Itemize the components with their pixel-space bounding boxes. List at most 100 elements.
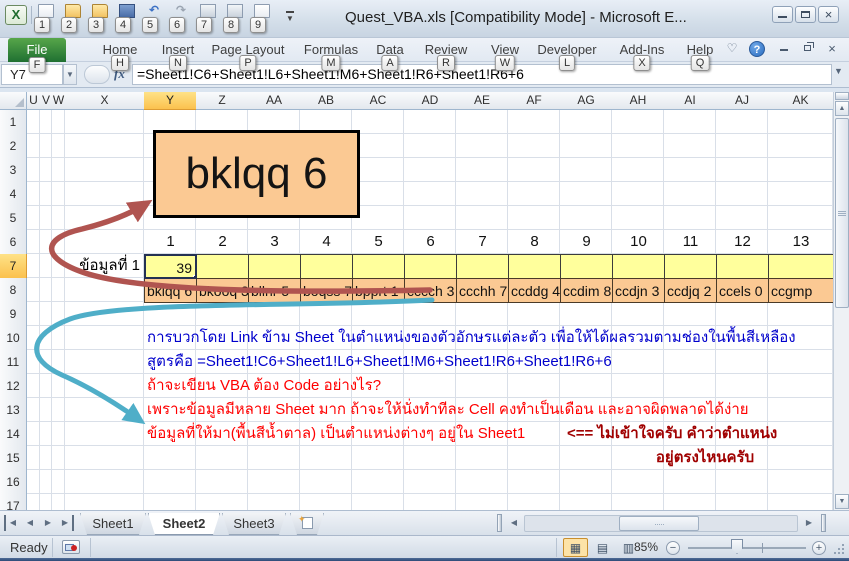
column-header-AD[interactable]: AD [404, 92, 457, 110]
row-header-7[interactable]: 7 [0, 254, 27, 279]
qat-item-5[interactable]: ↶5 [142, 4, 166, 34]
workbook-minimize-icon[interactable] [776, 41, 792, 59]
horizontal-scrollbar[interactable] [524, 515, 798, 532]
cell-row7-colAJ[interactable] [716, 254, 769, 279]
scroll-up-icon[interactable]: ▲ [835, 101, 849, 116]
cell-row6-colZ[interactable]: 2 [196, 230, 249, 255]
vertical-scroll-thumb[interactable] [835, 118, 849, 308]
cell-row8-colAF[interactable]: ccddg 4 [508, 278, 561, 303]
workbook-restore-icon[interactable] [800, 41, 816, 59]
ribbon-tab-developer[interactable]: DeveloperL [534, 38, 600, 62]
cell-row8-colAD[interactable]: cccch 3 [404, 278, 457, 303]
cell-row8-colAA[interactable]: bllnr 5 [248, 278, 301, 303]
select-all-corner[interactable] [0, 92, 27, 110]
cell-row8-colAC[interactable]: bpprt 1 [352, 278, 405, 303]
column-header-AH[interactable]: AH [612, 92, 665, 110]
cell-row6-colAF[interactable]: 8 [508, 230, 561, 255]
cell-row7-colAH[interactable] [612, 254, 665, 279]
cell-row6-colAE[interactable]: 7 [456, 230, 509, 255]
cell-row6-colAG[interactable]: 9 [560, 230, 613, 255]
qat-item-4[interactable]: 4 [115, 4, 139, 34]
row-header-6[interactable]: 6 [0, 230, 27, 255]
fill-handle[interactable] [193, 275, 197, 279]
zoom-slider-track[interactable] [688, 547, 806, 549]
help-icon[interactable]: ? [749, 41, 765, 57]
row-header-3[interactable]: 3 [0, 158, 27, 183]
row-header-4[interactable]: 4 [0, 182, 27, 207]
previous-sheet-icon[interactable]: ◀ [22, 515, 38, 531]
cell-row6-colAI[interactable]: 11 [664, 230, 717, 255]
cell-row6-colAJ[interactable]: 12 [716, 230, 769, 255]
qat-item-3[interactable]: 3 [88, 4, 112, 34]
expand-formula-bar-icon[interactable]: ▼ [834, 66, 843, 76]
tab-scroll-splitter[interactable] [497, 514, 502, 532]
excel-app-icon[interactable]: X [5, 5, 27, 25]
ribbon-tab-page-layout[interactable]: Page LayoutP [210, 38, 286, 62]
vertical-scrollbar[interactable]: ▲ ▼ [833, 92, 849, 510]
row-header-5[interactable]: 5 [0, 206, 27, 231]
first-sheet-icon[interactable]: ◀ [4, 515, 20, 531]
cell-row8-colAJ[interactable]: ccels 0 [716, 278, 769, 303]
cell-y7-selected[interactable]: 39 [144, 254, 197, 279]
horizontal-scroll-thumb[interactable] [619, 516, 699, 531]
zoom-in-icon[interactable]: + [812, 541, 826, 555]
cell-row7-colAK[interactable] [768, 254, 833, 279]
cell-row6-colY[interactable]: 1 [144, 230, 197, 255]
ribbon-tab-home[interactable]: HomeH [98, 38, 142, 62]
resize-grip[interactable] [834, 543, 846, 555]
formula-input[interactable]: =Sheet1!C6+Sheet1!L6+Sheet1!M6+Sheet1!R6… [132, 64, 832, 85]
sheet-tab-sheet3[interactable]: Sheet3 [222, 513, 286, 535]
record-macro-icon[interactable] [62, 540, 80, 554]
ribbon-tab-insert[interactable]: InsertN [156, 38, 200, 62]
cell-row6-colAC[interactable]: 5 [352, 230, 405, 255]
cell-row6-colAK[interactable]: 13 [768, 230, 833, 255]
callout-box[interactable]: bklqq 6 [153, 130, 360, 218]
cell-row8-colZ[interactable]: bkooq 3 [196, 278, 249, 303]
maximize-button[interactable] [795, 6, 816, 23]
worksheet-grid[interactable]: ข้อมูลที่ 1 bklqq 6 การบวกโดย Link ข้าม … [0, 92, 833, 510]
cell-row7-colAI[interactable] [664, 254, 717, 279]
cell-row8-colAK[interactable]: ccgmp [768, 278, 833, 303]
row-header-10[interactable]: 10 [0, 326, 27, 351]
zoom-out-icon[interactable]: − [666, 541, 680, 555]
scroll-left-icon[interactable]: ◀ [506, 515, 522, 531]
row-header-12[interactable]: 12 [0, 374, 27, 399]
row-header-14[interactable]: 14 [0, 422, 27, 447]
cell-row6-colAB[interactable]: 4 [300, 230, 353, 255]
row-header-1[interactable]: 1 [0, 110, 27, 135]
cell-row6-colAD[interactable]: 6 [404, 230, 457, 255]
column-header-AA[interactable]: AA [248, 92, 301, 110]
column-header-W[interactable]: W [52, 92, 66, 110]
row-header-9[interactable]: 9 [0, 302, 27, 327]
row-header-13[interactable]: 13 [0, 398, 27, 423]
ribbon-tab-review[interactable]: ReviewR [420, 38, 472, 62]
cell-row7-colAE[interactable] [456, 254, 509, 279]
workbook-close-icon[interactable]: × [824, 41, 840, 59]
row-header-15[interactable]: 15 [0, 446, 27, 471]
normal-view-button[interactable]: ▦ [563, 538, 588, 557]
qat-item-9[interactable]: 9 [250, 4, 274, 34]
vertical-split-handle[interactable] [835, 92, 849, 100]
page-layout-view-button[interactable]: ▤ [590, 538, 615, 557]
qat-item-2[interactable]: 2 [61, 4, 85, 34]
column-header-AC[interactable]: AC [352, 92, 405, 110]
name-box-dropdown-icon[interactable]: ▼ [63, 64, 77, 85]
minimize-button[interactable] [772, 6, 793, 23]
cell-row6-colAA[interactable]: 3 [248, 230, 301, 255]
qat-item-1[interactable]: 1 [34, 4, 58, 34]
row-header-11[interactable]: 11 [0, 350, 27, 375]
insert-worksheet-tab[interactable]: ✦ [290, 513, 324, 535]
row-header-16[interactable]: 16 [0, 470, 27, 495]
cell-row7-colAA[interactable] [248, 254, 301, 279]
cell-row8-colAE[interactable]: ccchh 7 [456, 278, 509, 303]
cell-row7-colZ[interactable] [196, 254, 249, 279]
qat-item-6[interactable]: ↷6 [169, 4, 193, 34]
row-header-8[interactable]: 8 [0, 278, 27, 303]
cell-row7-colAD[interactable] [404, 254, 457, 279]
qat-item-7[interactable]: 7 [196, 4, 220, 34]
cell-row8-colAG[interactable]: ccdim 8 [560, 278, 613, 303]
column-header-Z[interactable]: Z [196, 92, 249, 110]
next-sheet-icon[interactable]: ▶ [40, 515, 56, 531]
column-header-AJ[interactable]: AJ [716, 92, 769, 110]
sheet-tab-sheet1[interactable]: Sheet1 [80, 513, 146, 535]
